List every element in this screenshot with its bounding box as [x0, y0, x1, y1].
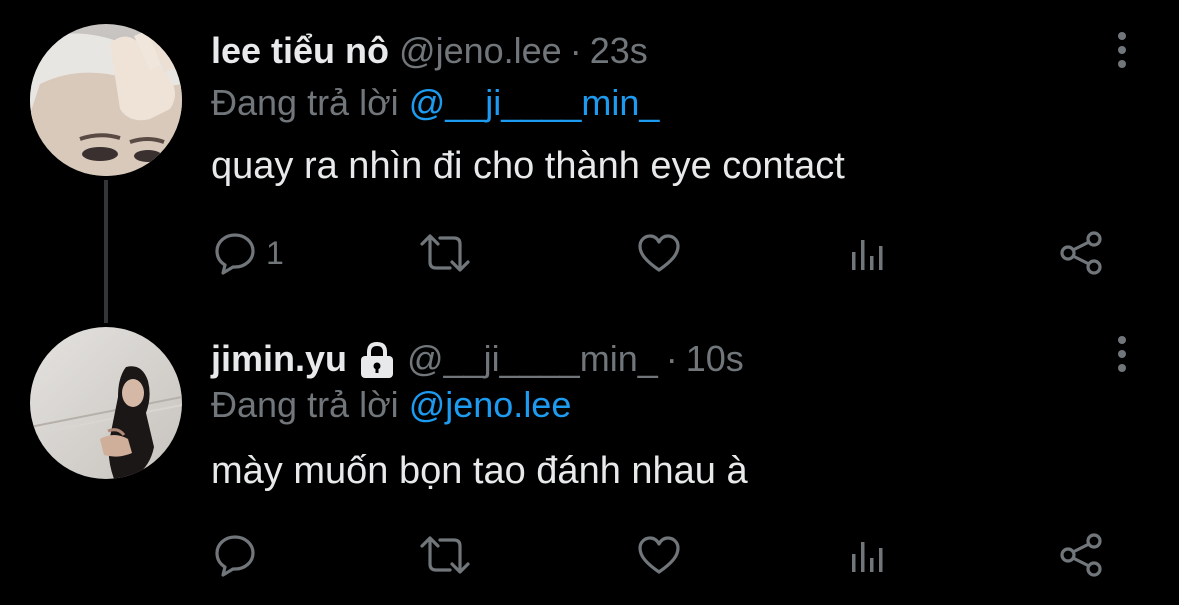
- tweet-2[interactable]: jimin.yu @__ji____min_ · 10s Đang trả lờ…: [0, 320, 1179, 605]
- replying-to-mention[interactable]: @jeno.lee: [409, 384, 572, 425]
- replying-to-label: Đang trả lời: [211, 82, 399, 123]
- separator-dot: ·: [665, 338, 678, 379]
- views-icon: [848, 532, 888, 578]
- user-handle[interactable]: @jeno.lee: [399, 30, 562, 72]
- share-icon: [1058, 532, 1104, 578]
- share-button[interactable]: [1058, 228, 1104, 278]
- action-bar: [0, 530, 1179, 580]
- reply-button[interactable]: 1: [212, 228, 284, 278]
- tweet-header: lee tiểu nô @jeno.lee · 23s: [211, 26, 648, 76]
- separator-dot: ·: [569, 30, 582, 71]
- share-button[interactable]: [1058, 530, 1104, 580]
- retweet-button[interactable]: [418, 228, 472, 278]
- share-icon: [1058, 230, 1104, 276]
- replying-to-mention[interactable]: @__ji____min_: [409, 82, 660, 123]
- avatar[interactable]: [30, 327, 182, 479]
- reply-count: 1: [266, 234, 284, 271]
- views-button[interactable]: [848, 228, 888, 278]
- tweet-text: quay ra nhìn đi cho thành eye contact: [211, 145, 845, 187]
- action-bar: 1: [0, 228, 1179, 278]
- views-button[interactable]: [848, 530, 888, 580]
- like-button[interactable]: [636, 530, 682, 580]
- reply-icon: [212, 230, 258, 276]
- lock-icon: [357, 341, 397, 379]
- retweet-icon: [418, 532, 472, 578]
- display-name[interactable]: jimin.yu: [211, 338, 347, 380]
- user-handle[interactable]: @__ji____min_: [407, 338, 658, 380]
- retweet-button[interactable]: [418, 530, 472, 580]
- reply-button[interactable]: [212, 530, 266, 580]
- like-button[interactable]: [636, 228, 682, 278]
- like-icon: [636, 230, 682, 276]
- more-icon[interactable]: [1117, 32, 1127, 68]
- display-name[interactable]: lee tiểu nô: [211, 30, 389, 72]
- replying-to-label: Đang trả lời: [211, 384, 399, 425]
- more-icon[interactable]: [1117, 336, 1127, 372]
- like-icon: [636, 532, 682, 578]
- avatar[interactable]: [30, 24, 182, 176]
- timestamp[interactable]: 23s: [590, 30, 648, 72]
- views-icon: [848, 230, 888, 276]
- tweet-header: jimin.yu @__ji____min_ · 10s: [211, 334, 744, 384]
- tweet-1[interactable]: lee tiểu nô @jeno.lee · 23s Đang trả lời…: [0, 0, 1179, 323]
- reply-icon: [212, 532, 258, 578]
- replying-to: Đang trả lời @jeno.lee: [211, 384, 571, 426]
- timestamp[interactable]: 10s: [686, 338, 744, 380]
- tweet-text: mày muốn bọn tao đánh nhau à: [211, 450, 748, 492]
- retweet-icon: [418, 230, 472, 276]
- replying-to: Đang trả lời @__ji____min_: [211, 82, 659, 124]
